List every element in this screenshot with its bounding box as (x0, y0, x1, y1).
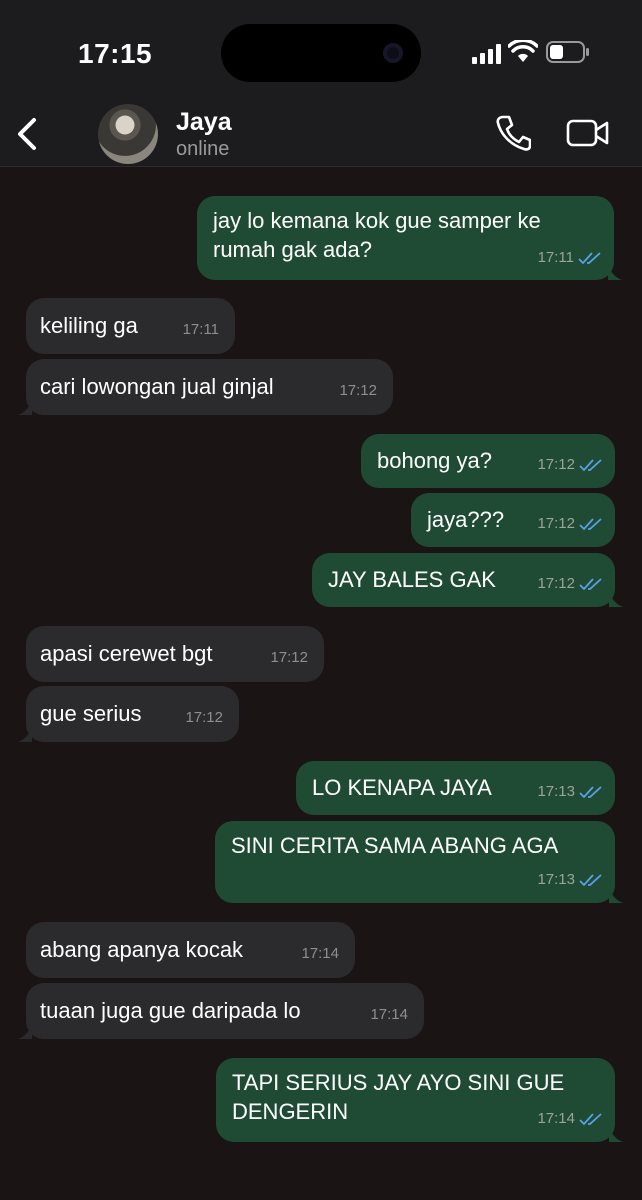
cellular-signal-icon (472, 44, 501, 64)
double-check-icon (579, 1113, 602, 1126)
double-check-icon (579, 786, 602, 799)
message-time: 17:14 (370, 1006, 408, 1023)
message-bubble-outgoing[interactable]: jaya??? 17:12 (411, 493, 615, 547)
message-bubble-incoming[interactable]: abang apanya kocak 17:14 (26, 922, 355, 978)
message-bubble-outgoing[interactable]: jay lo kemana kok gue samper ke rumah ga… (197, 196, 622, 280)
message-text: tuaan juga gue daripada lo (40, 998, 301, 1023)
message-time: 17:12 (537, 575, 575, 592)
status-bar: 17:15 (0, 0, 642, 100)
message-bubble-incoming[interactable]: apasi cerewet bgt 17:12 (26, 626, 324, 682)
chat-header: Jaya online (0, 100, 642, 167)
status-time: 17:15 (78, 38, 153, 69)
message-bubble-outgoing[interactable]: JAY BALES GAK 17:12 (312, 553, 623, 607)
message-time: 17:12 (185, 709, 223, 726)
message-bubble-incoming[interactable]: gue serius 17:12 (18, 686, 239, 742)
message-text: bohong ya? (377, 448, 492, 473)
message-time: 17:12 (537, 515, 575, 532)
front-camera (383, 43, 403, 63)
message-time: 17:14 (301, 945, 339, 962)
message-text: JAY BALES GAK (328, 567, 496, 592)
message-time: 17:12 (339, 382, 377, 399)
message-time: 17:11 (182, 321, 219, 338)
double-check-icon (579, 578, 602, 591)
battery-icon (546, 41, 589, 63)
message-bubble-outgoing[interactable]: TAPI SERIUS JAY AYO SINI GUE DENGERIN 17… (216, 1058, 623, 1142)
message-text: jay lo kemana kok gue samper ke rumah ga… (213, 208, 541, 262)
double-check-icon (579, 518, 602, 531)
double-check-icon (578, 252, 601, 265)
double-check-icon (579, 459, 602, 472)
message-time: 17:12 (537, 456, 575, 473)
message-text: SINI CERITA SAMA ABANG AGA (231, 833, 559, 858)
double-check-icon (579, 874, 602, 887)
contact-avatar[interactable] (98, 104, 158, 164)
message-text: apasi cerewet bgt (40, 641, 213, 666)
wifi-icon (508, 40, 538, 62)
contact-name[interactable]: Jaya (176, 108, 232, 137)
message-bubble-incoming[interactable]: cari lowongan jual ginjal 17:12 (18, 359, 393, 415)
message-text: gue serius (40, 701, 142, 726)
message-text: LO KENAPA JAYA (312, 775, 492, 800)
message-bubble-incoming[interactable]: tuaan juga gue daripada lo 17:14 (18, 983, 424, 1039)
message-time: 17:14 (537, 1110, 575, 1127)
chevron-left-icon[interactable] (12, 114, 42, 154)
message-bubble-incoming[interactable]: keliling ga 17:11 (26, 298, 235, 354)
message-text: abang apanya kocak (40, 937, 244, 962)
message-time: 17:13 (537, 871, 575, 888)
message-text: jaya??? (427, 507, 505, 532)
message-text: cari lowongan jual ginjal (40, 374, 274, 399)
message-time: 17:13 (537, 783, 575, 800)
dynamic-island (221, 24, 421, 82)
message-time: 17:12 (270, 649, 308, 666)
phone-icon[interactable] (495, 114, 531, 152)
video-camera-icon[interactable] (566, 118, 610, 148)
contact-presence: online (176, 138, 230, 160)
message-time: 17:11 (537, 249, 574, 266)
message-bubble-outgoing[interactable]: SINI CERITA SAMA ABANG AGA 17:13 (215, 821, 623, 903)
message-text: keliling ga (40, 313, 138, 338)
message-bubble-outgoing[interactable]: LO KENAPA JAYA 17:13 (296, 761, 615, 815)
message-bubble-outgoing[interactable]: bohong ya? 17:12 (361, 434, 615, 488)
